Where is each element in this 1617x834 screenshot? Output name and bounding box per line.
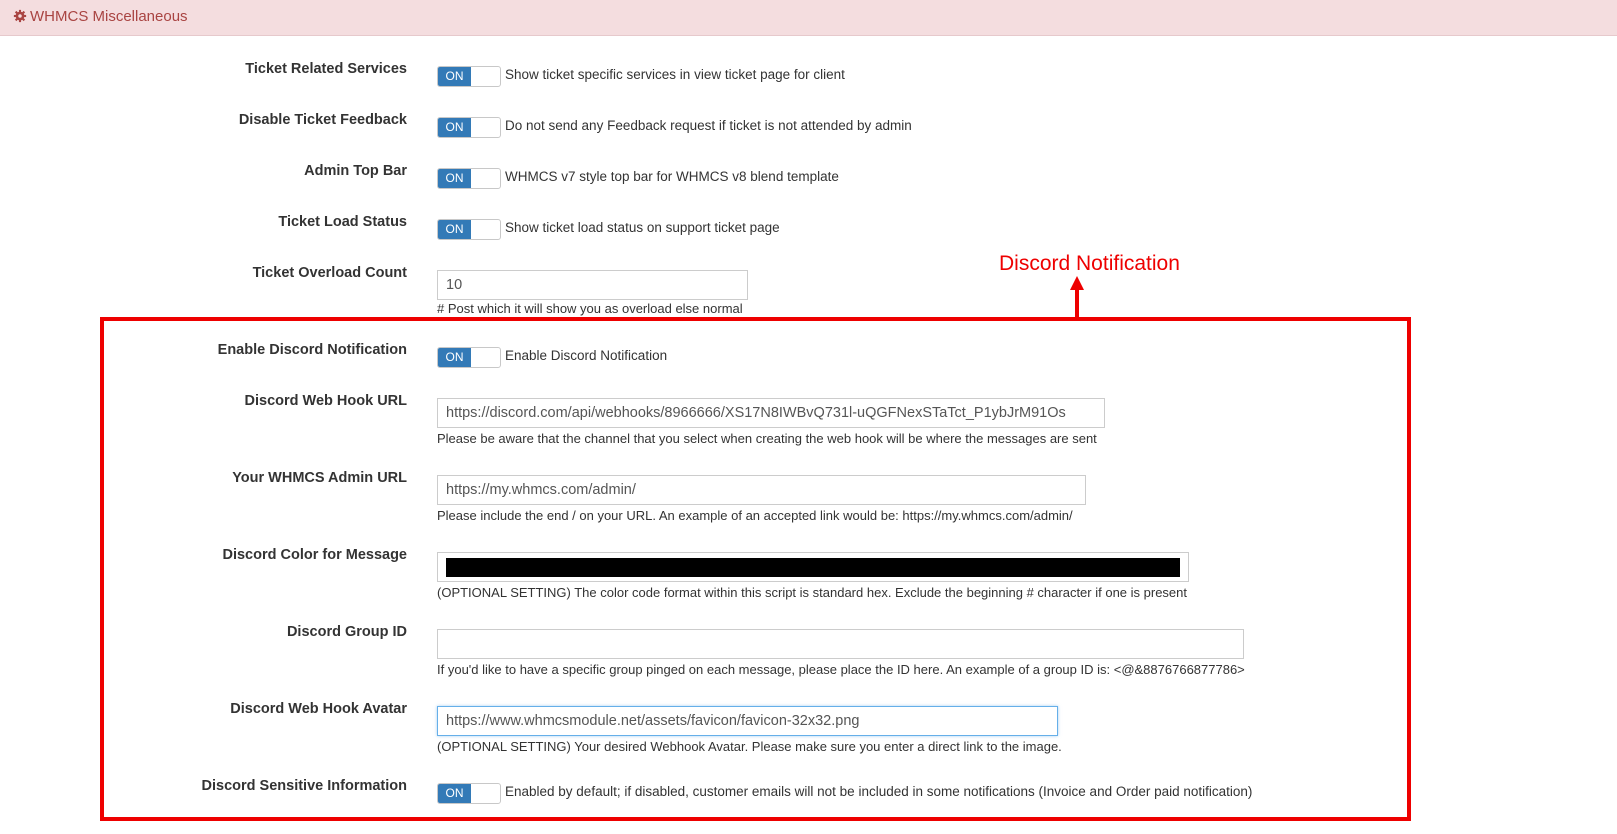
ticket-load-status-toggle[interactable]: ON [437,219,501,240]
setting-label: Enable Discord Notification [217,342,407,358]
color-swatch [446,558,1180,577]
toggle-on-label: ON [438,169,471,188]
panel-header: WHMCS Miscellaneous [0,0,1617,36]
disable-ticket-feedback-toggle[interactable]: ON [437,117,501,138]
ticket-overload-count-input[interactable]: 10 [437,270,748,300]
annotation-label: Discord Notification [999,252,1180,275]
toggle-on-label: ON [438,348,471,367]
discord-group-id-input[interactable] [437,629,1244,659]
whmcs-admin-url-input[interactable]: https://my.whmcs.com/admin/ [437,475,1086,505]
arrow-up-icon [1070,276,1084,320]
toggle-on-label: ON [438,220,471,239]
toggle-on-label: ON [438,118,471,137]
toggle-description: Show ticket specific services in view ti… [505,67,845,82]
gear-icon [13,9,27,23]
discord-color-input[interactable] [437,552,1189,582]
setting-label: Disable Ticket Feedback [238,112,407,128]
toggle-description: Do not send any Feedback request if tick… [505,118,912,133]
admin-top-bar-toggle[interactable]: ON [437,168,501,189]
ticket-related-services-toggle[interactable]: ON [437,66,501,87]
setting-label: Admin Top Bar [304,163,407,179]
setting-label: Discord Web Hook Avatar [230,701,407,717]
help-text: Please be aware that the channel that yo… [437,431,1097,446]
help-text: Please include the end / on your URL. An… [437,508,1073,523]
panel-title: WHMCS Miscellaneous [30,8,188,25]
toggle-description: Enabled by default; if disabled, custome… [505,784,1253,799]
enable-discord-notification-toggle[interactable]: ON [437,347,501,368]
setting-label: Ticket Load Status [278,214,407,230]
help-text: (OPTIONAL SETTING) Your desired Webhook … [437,739,1062,754]
toggle-description: Show ticket load status on support ticke… [505,220,780,235]
discord-sensitive-information-toggle[interactable]: ON [437,783,501,804]
toggle-on-label: ON [438,67,471,86]
toggle-description: Enable Discord Notification [505,348,668,363]
setting-label: Discord Sensitive Information [201,778,407,794]
help-text: If you'd like to have a specific group p… [437,662,1245,677]
discord-web-hook-url-input[interactable]: https://discord.com/api/webhooks/8966666… [437,398,1105,428]
toggle-description: WHMCS v7 style top bar for WHMCS v8 blen… [505,169,839,184]
setting-label: Your WHMCS Admin URL [232,470,407,486]
setting-label: Ticket Overload Count [252,265,407,281]
help-text: # Post which it will show you as overloa… [437,301,743,316]
help-text: (OPTIONAL SETTING) The color code format… [437,585,1188,600]
discord-web-hook-avatar-input[interactable]: https://www.whmcsmodule.net/assets/favic… [437,706,1058,736]
setting-label: Discord Color for Message [222,547,407,563]
setting-label: Discord Group ID [286,624,407,640]
setting-label: Ticket Related Services [245,61,407,77]
setting-label: Discord Web Hook URL [244,393,407,409]
toggle-on-label: ON [438,784,471,803]
